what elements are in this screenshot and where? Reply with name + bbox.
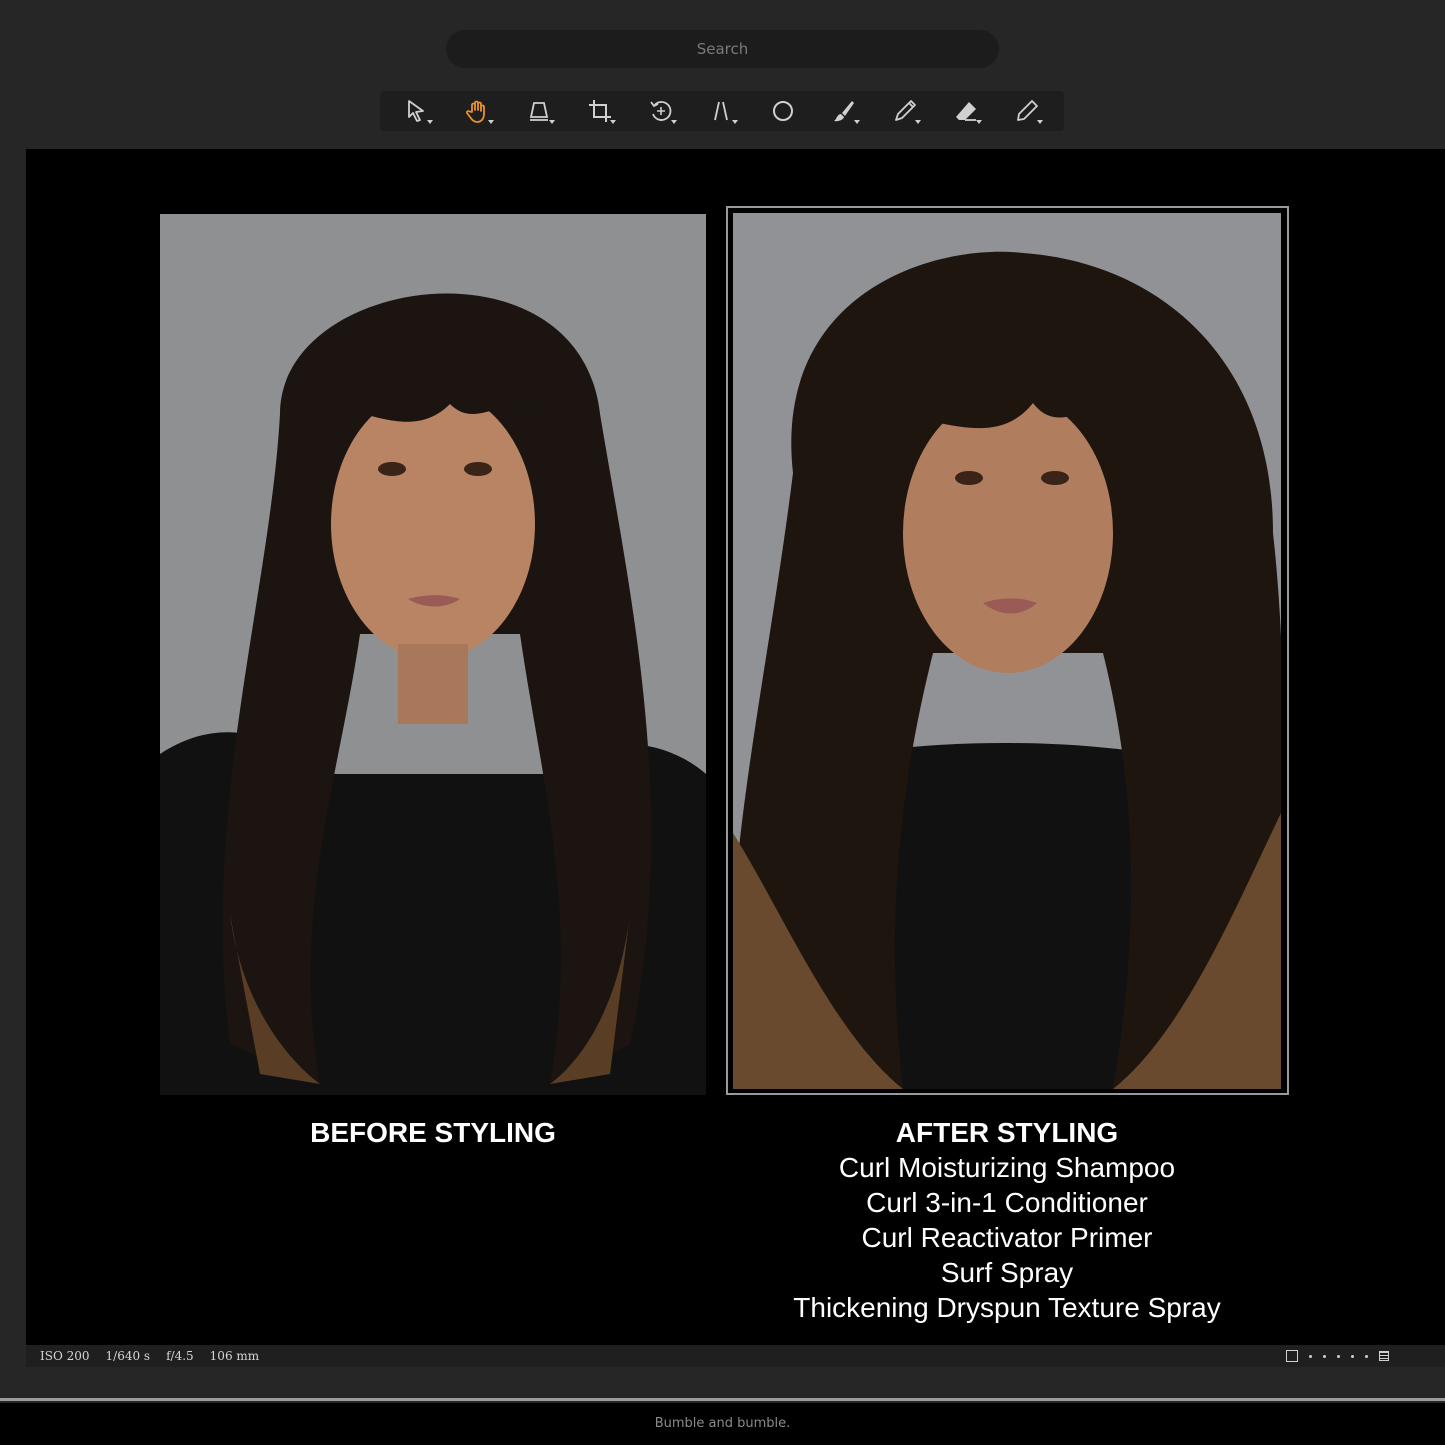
product-item: Curl Reactivator Primer [861,1222,1153,1253]
focal-length-readout: 106 mm [209,1349,260,1363]
after-photo [733,213,1281,1089]
product-item: Surf Spray [940,1257,1074,1288]
product-item: Curl 3-in-1 Conditioner [866,1187,1148,1218]
aperture-readout: f/4.5 [166,1349,194,1363]
hand-tool-button[interactable] [456,93,500,129]
page-dot-icon[interactable] [1323,1354,1326,1358]
after-title: AFTER STYLING [895,1117,1119,1148]
page-dot-icon[interactable] [1365,1354,1368,1358]
status-bar: ISO 200 1/640 s f/4.5 106 mm [26,1345,1445,1367]
product-item: Thickening Dryspun Texture Spray [793,1292,1221,1323]
ellipse-tool-button[interactable] [761,93,805,129]
circle-icon [773,101,793,121]
pencil-tool-button[interactable] [1005,93,1049,129]
eraser-tool-button[interactable] [944,93,988,129]
shutter-readout: 1/640 s [105,1349,151,1363]
footer-brand: Bumble and bumble. [0,1403,1445,1445]
crop-tool-button[interactable] [578,93,622,129]
tool-palette [380,91,1064,131]
before-caption: BEFORE STYLING [160,1115,706,1150]
page-dot-icon[interactable] [1337,1354,1340,1358]
search-input[interactable]: Search [446,30,999,68]
divider [0,1398,1445,1401]
perspective-tool-button[interactable] [517,93,561,129]
list-view-icon[interactable] [1379,1351,1389,1361]
single-view-icon[interactable] [1286,1350,1298,1362]
after-caption: AFTER STYLING Curl Moisturizing Shampoo … [727,1115,1287,1325]
product-item: Curl Moisturizing Shampoo [838,1152,1176,1183]
straighten-tool-button[interactable] [700,93,744,129]
before-photo [160,214,706,1095]
pen-tool-button[interactable] [883,93,927,129]
brush-tool-button[interactable] [822,93,866,129]
page-dot-icon[interactable] [1351,1354,1354,1358]
select-tool-button[interactable] [395,93,439,129]
top-bar: Search [0,0,1445,150]
before-title: BEFORE STYLING [310,1117,556,1148]
page-dot-icon[interactable] [1309,1354,1312,1358]
iso-readout: ISO 200 [40,1349,90,1363]
rotate-tool-button[interactable] [639,93,683,129]
